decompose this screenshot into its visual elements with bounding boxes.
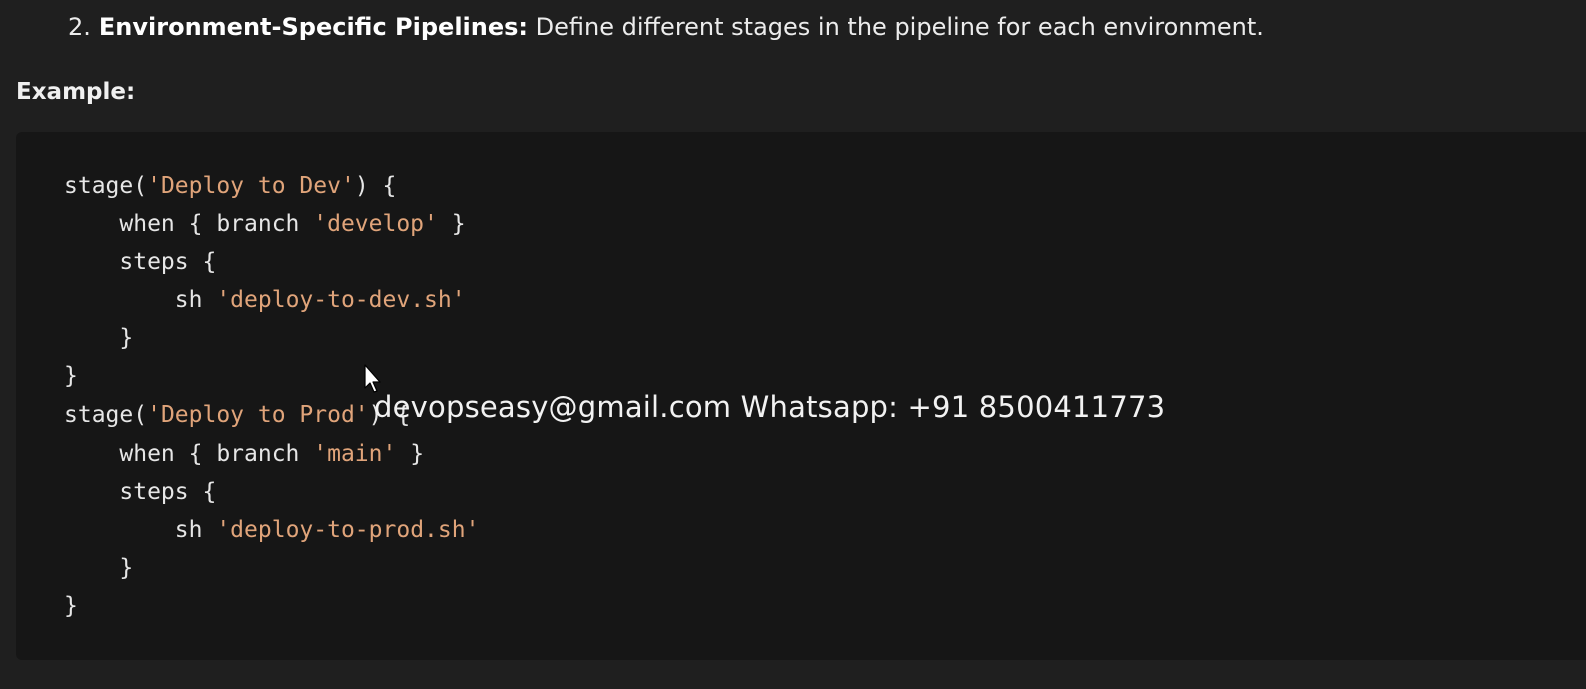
code-line: sh 'deploy-to-dev.sh': [64, 284, 466, 316]
code-line: sh 'deploy-to-prod.sh': [64, 514, 480, 546]
code-text: }: [64, 325, 134, 351]
code-string: 'Deploy to Dev': [147, 173, 355, 199]
code-text: }: [437, 211, 466, 237]
example-heading: Example:: [16, 79, 136, 105]
code-text: ) {: [354, 173, 397, 199]
code-text: sh: [64, 517, 217, 543]
code-text: when { branch: [64, 441, 314, 467]
code-text: }: [64, 593, 78, 619]
code-string: 'deploy-to-prod.sh': [216, 517, 480, 543]
code-string: 'develop': [313, 211, 438, 237]
page: 2. Environment-Specific Pipelines: Define…: [0, 0, 1586, 689]
code-line: }: [64, 360, 78, 392]
code-text: }: [396, 441, 425, 467]
code-text: stage(: [64, 402, 148, 428]
code-line: steps {: [64, 476, 216, 508]
code-string: 'deploy-to-dev.sh': [216, 287, 466, 313]
code-text: }: [64, 363, 78, 389]
list-number: 2.: [68, 13, 91, 41]
list-item-title: Environment-Specific Pipelines:: [98, 13, 529, 41]
code-line: when { branch 'develop' }: [64, 208, 466, 240]
code-text: steps {: [64, 249, 217, 275]
code-line: }: [64, 322, 133, 354]
code-text: steps {: [64, 479, 217, 505]
code-line: stage('Deploy to Prod') {: [64, 399, 410, 431]
code-text: sh: [64, 287, 217, 313]
list-item-description: Define different stages in the pipeline …: [528, 13, 1264, 41]
mouse-pointer-icon: [364, 364, 384, 394]
code-text: }: [64, 555, 134, 581]
code-text: when { branch: [64, 211, 314, 237]
code-line: when { branch 'main' }: [64, 438, 424, 470]
code-line: steps {: [64, 246, 216, 278]
code-line: }: [64, 590, 78, 622]
code-text: stage(: [64, 173, 148, 199]
code-string: 'Deploy to Prod': [147, 402, 369, 428]
list-item-environment-specific-pipelines: 2. Environment-Specific Pipelines: Define…: [68, 10, 1264, 44]
contact-watermark: devopseasy@gmail.com Whatsapp: +91 85004…: [374, 390, 1166, 424]
code-line: }: [64, 552, 133, 584]
code-string: 'main': [313, 441, 397, 467]
code-line: stage('Deploy to Dev') {: [64, 170, 396, 202]
